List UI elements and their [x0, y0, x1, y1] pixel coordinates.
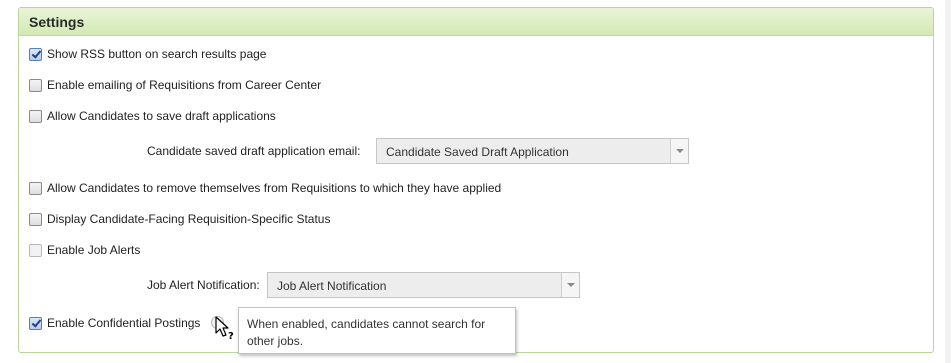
confidential-postings-checkbox[interactable] — [29, 316, 42, 330]
show-rss-label: Show RSS button on search results page — [47, 47, 267, 61]
draft-email-selected-value: Candidate Saved Draft Application — [386, 145, 569, 159]
save-draft-label: Allow Candidates to save draft applicati… — [47, 109, 276, 123]
show-rss-checkbox[interactable] — [29, 47, 42, 61]
remove-themselves-checkbox[interactable] — [29, 181, 42, 195]
enable-emailing-label: Enable emailing of Requisitions from Car… — [47, 78, 322, 92]
settings-panel: Settings Show RSS button on search resul… — [18, 7, 934, 353]
display-status-label: Display Candidate-Facing Requisition-Spe… — [47, 212, 331, 226]
job-alert-selected-value: Job Alert Notification — [277, 279, 387, 293]
chevron-down-icon[interactable] — [670, 139, 688, 163]
option-enable-emailing[interactable]: Enable emailing of Requisitions from Car… — [29, 76, 321, 94]
draft-email-select[interactable]: Candidate Saved Draft Application — [376, 138, 689, 164]
chevron-down-icon[interactable] — [561, 273, 579, 297]
display-status-checkbox[interactable] — [29, 212, 42, 226]
scrollbar[interactable] — [945, 0, 951, 363]
job-alert-notification-select[interactable]: Job Alert Notification — [267, 272, 580, 298]
confidential-postings-tooltip: When enabled, candidates cannot search f… — [238, 307, 516, 354]
svg-text:?: ? — [228, 331, 234, 342]
option-remove-themselves[interactable]: Allow Candidates to remove themselves fr… — [29, 179, 501, 197]
option-save-draft[interactable]: Allow Candidates to save draft applicati… — [29, 107, 276, 125]
remove-themselves-label: Allow Candidates to remove themselves fr… — [47, 181, 502, 195]
help-cursor-icon: ? — [215, 316, 234, 342]
enable-job-alerts-checkbox[interactable] — [29, 243, 42, 257]
option-enable-job-alerts[interactable]: Enable Job Alerts — [29, 241, 140, 259]
option-show-rss[interactable]: Show RSS button on search results page — [29, 45, 266, 63]
option-confidential-postings[interactable]: Enable Confidential Postings — [29, 314, 200, 332]
draft-email-label: Candidate saved draft application email: — [147, 144, 361, 158]
panel-title: Settings — [19, 8, 933, 36]
save-draft-checkbox[interactable] — [29, 109, 42, 123]
enable-job-alerts-label: Enable Job Alerts — [47, 243, 141, 257]
option-display-status[interactable]: Display Candidate-Facing Requisition-Spe… — [29, 210, 330, 228]
confidential-postings-label: Enable Confidential Postings — [47, 316, 201, 330]
job-alert-notification-label: Job Alert Notification: — [147, 278, 260, 292]
enable-emailing-checkbox[interactable] — [29, 78, 42, 92]
